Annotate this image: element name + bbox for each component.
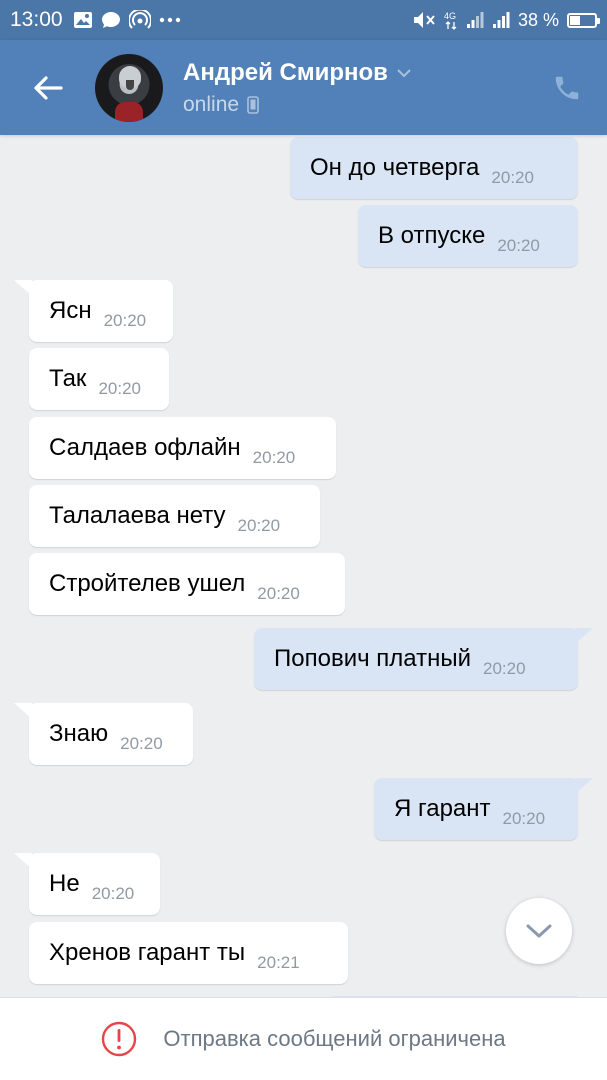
status-time: 13:00 <box>10 8 63 31</box>
message-bubble[interactable]: Салдаев офлайн 20:20 <box>29 417 336 479</box>
message-bubble[interactable]: Попович платный 20:20 <box>254 628 593 690</box>
contact-status: online <box>183 92 240 116</box>
message-text: Стройтелев ушел <box>49 570 246 597</box>
restriction-message: Отправка сообщений ограничена <box>163 1026 506 1051</box>
chevron-down-icon <box>397 68 411 77</box>
phone-icon <box>555 76 579 99</box>
message-time: 20:20 <box>91 884 135 903</box>
battery-percent: 38 % <box>517 9 559 30</box>
status-left-icons <box>73 10 181 30</box>
chat-header: Андрей Смирнов online <box>0 40 607 135</box>
message-text: Хренов гарант ты <box>49 939 246 966</box>
svg-text:4G: 4G <box>444 11 456 21</box>
message-bubble[interactable]: Знаю 20:20 <box>14 703 193 765</box>
alert-circle-icon <box>102 1021 137 1057</box>
mute-icon <box>412 10 436 30</box>
messaging-restricted-bar: Отправка сообщений ограничена <box>0 997 607 1080</box>
image-icon <box>73 11 93 29</box>
message-text: Не <box>49 870 80 897</box>
message-text: В отпуске <box>378 222 486 249</box>
message-text: Знаю <box>49 720 109 747</box>
mobile-phone-icon <box>247 95 259 114</box>
message-bubble[interactable]: Стройтелев ушел 20:20 <box>29 553 345 615</box>
message-text: Он до четверга <box>310 154 480 181</box>
message-time: 20:20 <box>483 659 526 678</box>
scroll-down-button[interactable] <box>506 898 572 964</box>
message-bubble[interactable]: Ясн 20:20 <box>14 280 173 342</box>
message-time: 20:20 <box>491 168 534 187</box>
network-4g-icon: 4G <box>444 10 458 30</box>
avatar[interactable] <box>95 53 163 122</box>
more-dots-icon <box>159 17 181 23</box>
message-bubble[interactable]: Хренов гарант ты 20:21 <box>29 922 348 984</box>
message-bubble[interactable]: В отпуске 20:20 <box>358 205 578 267</box>
contact-name: Андрей Смирнов <box>183 58 388 86</box>
message-text: Талалаева нету <box>49 502 226 529</box>
message-bubble[interactable]: Я гарант 20:20 <box>374 778 593 840</box>
message-text: Попович платный <box>274 645 471 672</box>
message-bubble[interactable]: Так 20:20 <box>29 348 169 410</box>
message-text: Ясн <box>49 297 92 324</box>
arrow-left-icon <box>33 75 63 100</box>
message-time: 20:20 <box>120 734 163 753</box>
message-bubble[interactable]: Он до четверга 20:20 <box>290 137 578 199</box>
message-time: 20:20 <box>103 311 147 330</box>
message-list[interactable]: Он до четверга 20:20 В отпуске 20:20 Ясн… <box>0 135 607 997</box>
call-button[interactable] <box>527 40 607 135</box>
message-time: 20:20 <box>257 584 300 603</box>
message-time: 20:20 <box>252 448 296 467</box>
signal-icon <box>466 11 484 29</box>
message-text: Салдаев офлайн <box>49 434 241 461</box>
message-bubble[interactable]: Талалаева нету 20:20 <box>29 485 320 547</box>
hotspot-icon <box>128 10 151 30</box>
back-button[interactable] <box>0 40 95 135</box>
message-time: 20:20 <box>237 516 281 535</box>
status-bar: 13:00 4G 38 % <box>0 0 607 40</box>
message-time: 20:20 <box>497 236 540 255</box>
contact-info[interactable]: Андрей Смирнов online <box>183 59 412 117</box>
message-text: Так <box>49 365 87 392</box>
message-time: 20:20 <box>502 809 546 828</box>
message-time: 20:21 <box>257 953 300 972</box>
message-bubble[interactable]: Не 20:20 <box>14 853 160 915</box>
chat-bubble-icon <box>101 11 121 29</box>
message-time: 20:20 <box>98 379 141 398</box>
battery-icon <box>567 12 600 28</box>
message-text: Я гарант <box>394 795 491 822</box>
status-right-icons: 4G 38 % <box>412 9 600 31</box>
chevron-down-icon <box>526 924 552 938</box>
signal-icon <box>492 11 510 29</box>
